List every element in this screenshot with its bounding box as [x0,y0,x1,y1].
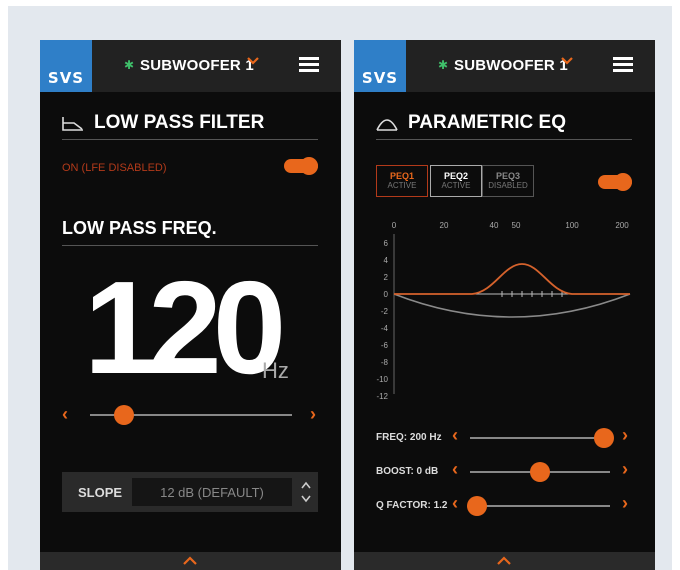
x-tick-label: 50 [512,221,521,230]
y-tick-label: 4 [384,256,389,265]
x-tick-label: 20 [440,221,449,230]
peq1-curve [394,263,630,295]
y-tick-label: 6 [384,239,389,248]
menu-list-icon[interactable] [299,57,319,75]
y-tick-label: -12 [376,392,388,401]
y-tick-label: -4 [381,324,389,333]
decrease-arrow-icon[interactable]: ‹ [452,459,458,480]
tab-peq1[interactable]: PEQ1 ACTIVE [376,165,428,197]
svs-logo: SVS [354,40,406,92]
bottom-bar [40,552,341,570]
increase-arrow-icon[interactable]: › [622,459,628,480]
increase-arrow-icon[interactable]: › [310,404,316,425]
bottom-bar [354,552,655,570]
y-tick-label: -6 [381,341,389,350]
parametric-eq-screen: SVS ✱ SUBWOOFER 1 PARAMETRIC EQ PEQ1 ACT… [354,40,655,570]
freq-slider-track[interactable] [470,437,610,439]
device-selector-label[interactable]: SUBWOOFER 1 [140,57,254,74]
y-tick-label: -8 [381,358,389,367]
y-tick-label: 2 [384,273,389,282]
x-tick-label: 40 [490,221,499,230]
slope-value: 12 dB (DEFAULT) [160,485,264,500]
decrease-arrow-icon[interactable]: ‹ [452,493,458,514]
filter-toggle[interactable] [284,157,318,175]
chevron-down-icon[interactable] [560,54,574,68]
freq-slider-knob[interactable] [594,428,615,448]
x-tick-label: 200 [615,221,629,230]
x-tick-label: 0 [392,221,397,230]
y-tick-label: 0 [384,290,389,299]
freq-heading: LOW PASS FREQ. [62,218,217,238]
device-selector-label[interactable]: SUBWOOFER 1 [454,57,568,74]
decrease-arrow-icon[interactable]: ‹ [62,404,68,425]
filter-status-label: ON (LFE DISABLED) [62,162,167,174]
low-pass-filter-screen: SVS ✱ SUBWOOFER 1 LOW PASS FILTER ON (LF… [40,40,341,570]
tab-peq3[interactable]: PEQ3 DISABLED [482,165,534,197]
x-tick-label: 100 [565,221,579,230]
frequency-slider-knob[interactable] [114,405,135,425]
y-tick-label: -10 [376,375,388,384]
top-bar: SVS ✱ SUBWOOFER 1 [40,40,341,92]
chevron-up-icon[interactable] [182,556,198,566]
boost-slider-knob[interactable] [530,462,550,482]
eq-response-graph: 0 20 40 50 100 200 6420-2-4-6-8-10-12 [376,221,631,401]
increase-arrow-icon[interactable]: › [622,425,628,446]
divider [376,139,632,140]
section-title: LOW PASS FILTER [94,112,265,133]
q-factor-slider-track[interactable] [470,505,610,507]
divider [62,139,318,140]
svs-logo: SVS [40,40,92,92]
slope-selector: SLOPE 12 dB (DEFAULT) [62,472,318,512]
frequency-unit: Hz [262,358,289,383]
bluetooth-icon: ✱ [438,58,449,72]
eq-toggle[interactable] [598,173,632,191]
menu-list-icon[interactable] [613,57,633,75]
chevron-down-icon[interactable] [246,54,260,68]
y-tick-label: -2 [381,307,389,316]
bluetooth-icon: ✱ [124,58,135,72]
slope-label: SLOPE [78,485,123,500]
peq2-curve [393,293,631,318]
freq-control-label: FREQ: 200 Hz [376,432,442,443]
top-bar: SVS ✱ SUBWOOFER 1 [354,40,655,92]
section-title: PARAMETRIC EQ [408,112,566,133]
parametric-eq-icon [376,119,398,131]
q-factor-control-label: Q FACTOR: 1.2 [376,500,448,511]
tab-peq2[interactable]: PEQ2 ACTIVE [430,165,482,197]
frequency-value: 120 [84,254,286,401]
chevron-up-icon[interactable] [496,556,512,566]
divider [62,245,318,246]
q-factor-slider-knob[interactable] [467,496,487,516]
boost-control-label: BOOST: 0 dB [376,466,439,477]
decrease-arrow-icon[interactable]: ‹ [452,425,458,446]
slope-value-field[interactable]: 12 dB (DEFAULT) [132,478,292,506]
spinner-icon[interactable] [300,478,312,506]
increase-arrow-icon[interactable]: › [622,493,628,514]
low-pass-filter-icon [62,117,83,131]
